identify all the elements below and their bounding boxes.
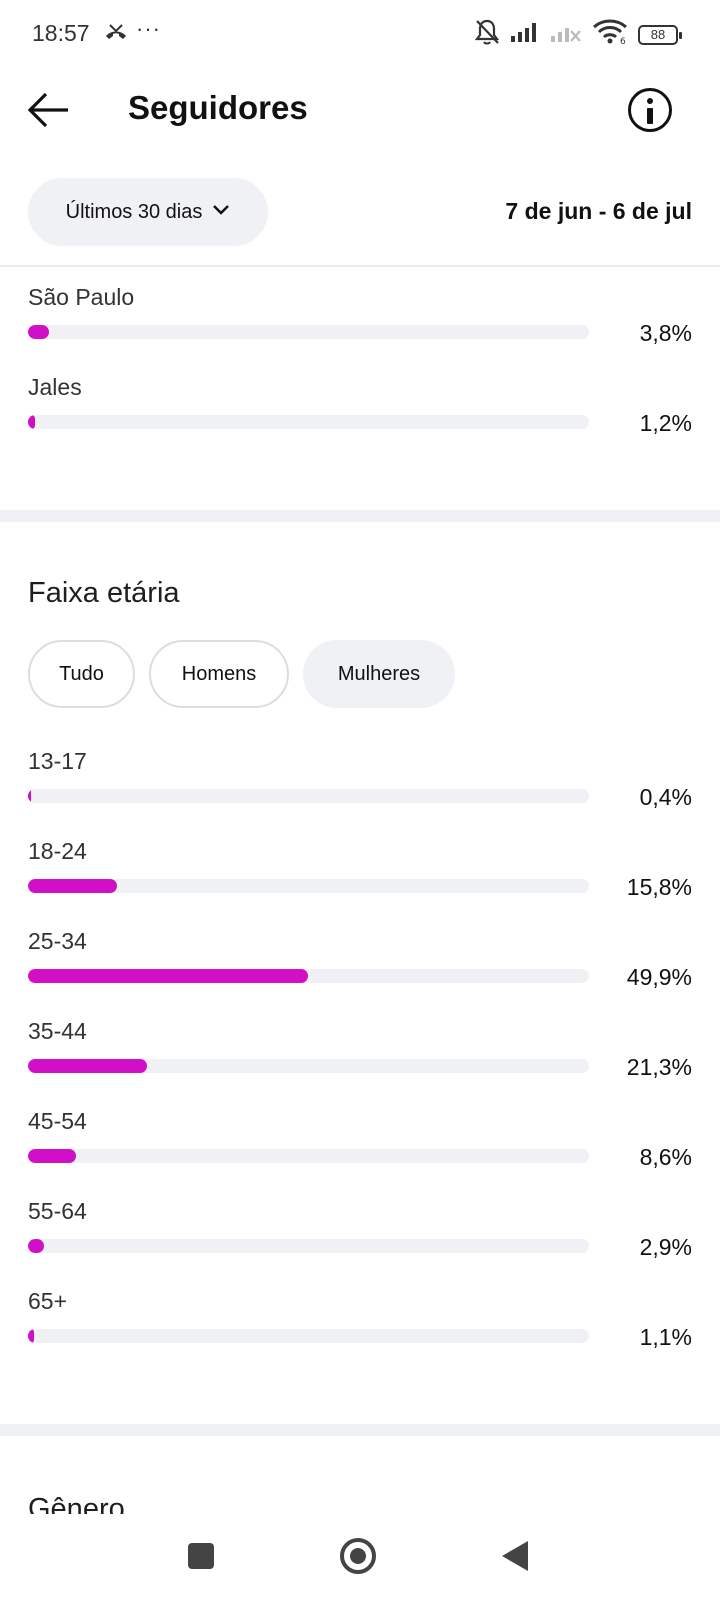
status-time: 18:57 [32,20,90,46]
date-range-dropdown-label: Últimos 30 dias [65,200,203,223]
age-range-label: 13-17 [28,748,87,774]
city-row: Jales 1,2% [28,374,692,454]
bell-muted-icon [474,18,500,51]
notification-more-icon: ··· [136,16,161,41]
age-bar-track [28,879,589,893]
city-bar-fill [28,325,50,339]
recents-square-icon[interactable] [188,1543,214,1569]
city-bar-fill [28,415,35,429]
system-nav-bar [0,1516,720,1600]
signal-no-service-icon [550,21,582,48]
age-bar-track [28,1329,589,1343]
age-range-label: 35-44 [28,1018,87,1044]
city-bar-track [28,415,589,429]
age-bar-track [28,1239,589,1253]
section-divider [0,510,720,522]
age-row: 18-24 15,8% [28,838,692,918]
chip-mulheres[interactable]: Mulheres [303,640,455,708]
age-range-label: 18-24 [28,838,87,864]
status-icons: 6 88 [474,18,682,51]
age-bar-fill [28,879,117,893]
age-row: 45-54 8,6% [28,1108,692,1188]
age-percentage: 49,9% [626,964,692,990]
age-section-title: Faixa etária [28,577,180,609]
home-circle-icon[interactable] [340,1538,376,1574]
age-row: 35-44 21,3% [28,1018,692,1098]
chevron-down-icon [212,203,230,221]
age-range-label: 45-54 [28,1108,87,1134]
age-range-label: 65+ [28,1288,68,1314]
status-bar: 18:57 ··· 6 88 [0,0,720,66]
age-row: 13-17 0,4% [28,748,692,828]
age-percentage: 1,1% [639,1324,692,1350]
age-bar-fill [28,1239,45,1253]
section-divider [0,1424,720,1436]
age-range-label: 55-64 [28,1198,87,1224]
chip-tudo[interactable]: Tudo [28,640,135,708]
city-bar-track [28,325,589,339]
age-percentage: 21,3% [626,1054,692,1080]
age-row: 65+ 1,1% [28,1288,692,1368]
back-triangle-icon[interactable] [502,1541,528,1571]
age-bar-fill [28,969,308,983]
age-row: 25-34 49,9% [28,928,692,1008]
city-row: São Paulo 3,8% [28,284,692,364]
age-bar-fill [28,1059,148,1073]
battery-icon: 88 [638,24,682,45]
age-percentage: 8,6% [639,1144,692,1170]
back-arrow-icon[interactable] [26,90,72,130]
city-percentage: 1,2% [639,410,692,436]
date-range-text: 7 de jun - 6 de jul [505,198,692,224]
age-bar-track [28,1059,589,1073]
age-percentage: 15,8% [626,874,692,900]
wifi-label: 6 [620,37,626,45]
age-row: 55-64 2,9% [28,1198,692,1278]
age-percentage: 2,9% [639,1234,692,1260]
missed-call-icon [103,22,129,47]
age-bar-fill [28,1329,35,1343]
city-label: São Paulo [28,284,135,310]
age-percentage: 0,4% [639,784,692,810]
wifi-icon: 6 [592,19,628,50]
age-bar-fill [28,789,31,803]
city-label: Jales [28,374,82,400]
age-bar-track [28,969,589,983]
chip-homens[interactable]: Homens [149,640,289,708]
age-bar-fill [28,1149,77,1163]
age-bar-track [28,789,589,803]
date-range-dropdown[interactable]: Últimos 30 dias [28,178,268,246]
page-title: Seguidores [128,89,308,126]
city-percentage: 3,8% [639,320,692,346]
age-bar-track [28,1149,589,1163]
info-icon[interactable] [628,88,672,132]
app-header: Seguidores [0,78,720,144]
age-range-label: 25-34 [28,928,87,954]
divider [0,265,720,267]
gender-section-title: Gênero [28,1493,125,1514]
signal-icon [510,21,540,48]
